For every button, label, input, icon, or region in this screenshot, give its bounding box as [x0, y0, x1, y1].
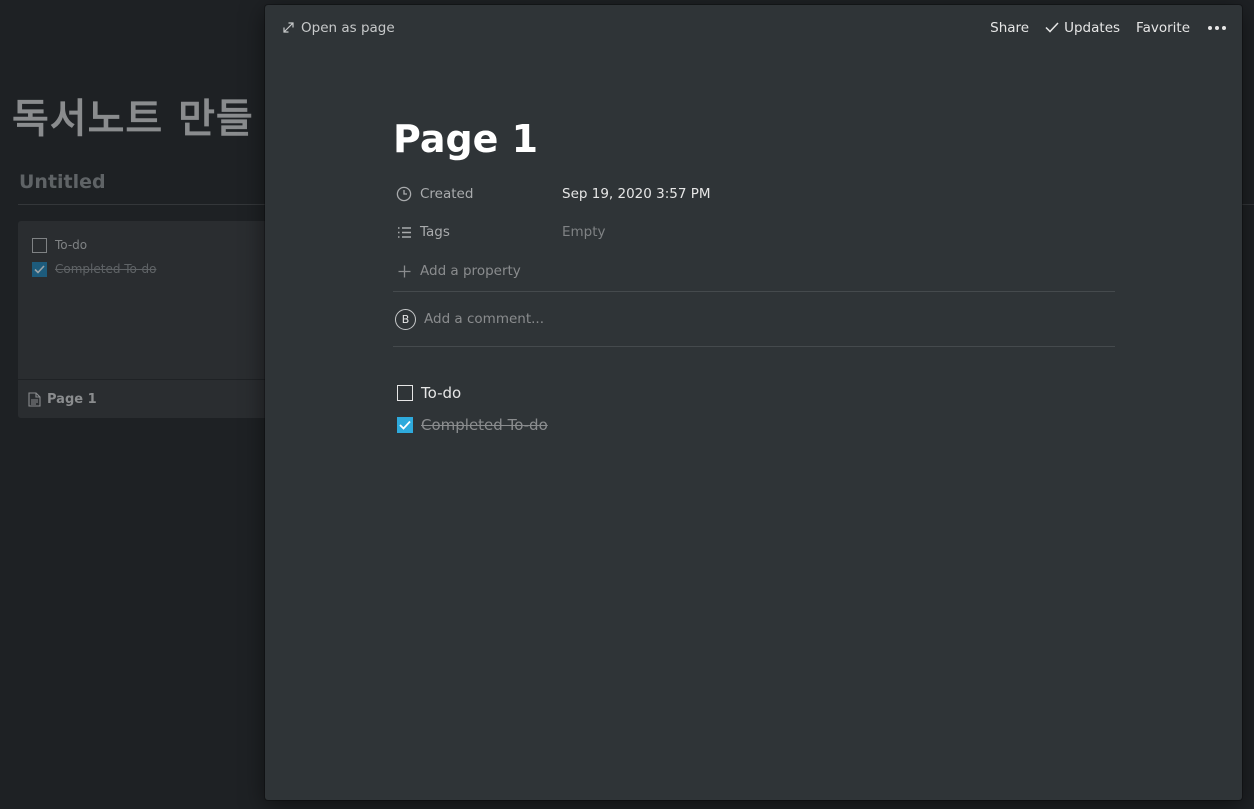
gallery-card-todo-label: Completed To-do — [55, 262, 157, 276]
share-label: Share — [990, 19, 1030, 36]
gallery-card-footer: Page 1 — [18, 379, 268, 418]
checkmark-icon — [1045, 22, 1059, 33]
todo-checkbox-checked[interactable] — [397, 417, 413, 433]
page-peek-panel: Open as page Share Updates Favorite Page… — [265, 5, 1242, 800]
clock-icon — [396, 186, 412, 202]
divider — [393, 346, 1115, 347]
todo-label[interactable]: Completed To-do — [421, 416, 548, 434]
updates-label: Updates — [1064, 19, 1121, 36]
gallery-card-todo: Completed To-do — [32, 257, 254, 281]
updates-button[interactable]: Updates — [1045, 20, 1120, 36]
todo-item: Completed To-do — [393, 409, 1115, 441]
page-content: Page 1 Created Sep 19, 2020 3:57 PM Tags — [393, 115, 1115, 441]
property-name-label: Tags — [420, 224, 450, 240]
add-property-label: Add a property — [420, 263, 521, 279]
checkmark-icon — [34, 264, 45, 274]
gallery-card[interactable]: To-do Completed To-do Page 1 — [18, 221, 268, 418]
gallery-card-todo: To-do — [32, 233, 254, 257]
more-dots-icon — [1208, 25, 1212, 30]
avatar: B — [395, 308, 416, 330]
add-property-button[interactable]: Add a property — [393, 251, 1115, 291]
background-page-title: 독서노트 만들 — [12, 96, 254, 142]
property-name-label: Created — [420, 186, 474, 202]
gallery-card-preview: To-do Completed To-do — [18, 221, 268, 379]
todo-label[interactable]: To-do — [421, 384, 461, 402]
gallery-card-title: Page 1 — [47, 391, 97, 407]
checkmark-icon — [399, 420, 411, 430]
more-options-button[interactable] — [1206, 25, 1228, 30]
peek-topbar: Open as page Share Updates Favorite — [265, 5, 1242, 50]
todo-list: To-do Completed To-do — [393, 377, 1115, 441]
todo-item: To-do — [393, 377, 1115, 409]
open-as-page-button[interactable]: Open as page — [283, 20, 395, 36]
page-title[interactable]: Page 1 — [393, 115, 1115, 163]
gallery-card-todo-label: To-do — [55, 238, 88, 252]
property-name[interactable]: Tags — [393, 224, 562, 240]
comment-input[interactable] — [424, 311, 1024, 327]
property-created: Created Sep 19, 2020 3:57 PM — [393, 175, 1115, 213]
comment-row: B — [393, 292, 1115, 346]
expand-icon — [283, 22, 294, 33]
gallery-card-checkbox-checked — [32, 261, 47, 277]
favorite-button[interactable]: Favorite — [1136, 20, 1190, 36]
page-properties: Created Sep 19, 2020 3:57 PM Tags Empty … — [393, 175, 1115, 291]
property-tags: Tags Empty — [393, 213, 1115, 251]
todo-checkbox[interactable] — [397, 385, 413, 401]
plus-icon — [396, 265, 412, 278]
list-icon — [396, 226, 412, 239]
property-value-created: Sep 19, 2020 3:57 PM — [562, 186, 711, 202]
property-value-tags[interactable]: Empty — [562, 224, 606, 240]
page-document-icon — [28, 391, 41, 407]
share-button[interactable]: Share — [990, 20, 1029, 36]
property-name[interactable]: Created — [393, 186, 562, 202]
favorite-label: Favorite — [1136, 19, 1190, 36]
open-as-page-label: Open as page — [301, 19, 395, 36]
top-actions: Share Updates Favorite — [990, 20, 1228, 36]
gallery-card-checkbox — [32, 237, 47, 253]
background-view-name[interactable]: Untitled — [19, 171, 106, 193]
